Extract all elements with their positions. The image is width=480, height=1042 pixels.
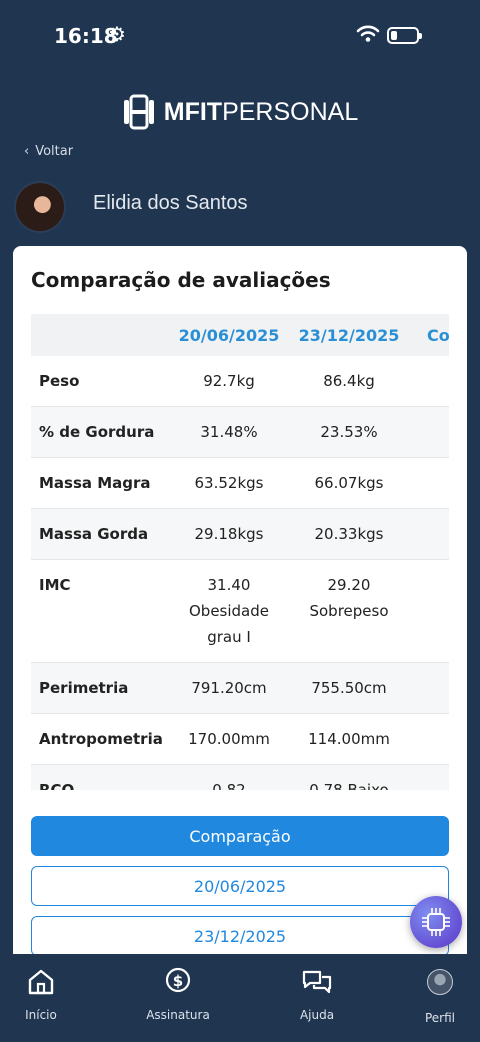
row-value-date-1: 92.7kg — [203, 372, 255, 390]
row-comparison: −7 — [409, 407, 449, 458]
comparison-card: Comparação de avaliações 20/06/2025 23/1… — [13, 246, 467, 966]
battery-icon — [387, 27, 422, 44]
header-date-2: 23/12/2025 — [298, 325, 400, 345]
date-1-button[interactable]: 20/06/2025 — [31, 866, 449, 906]
row-value-date-2: 0.78 Baixo — [309, 781, 389, 790]
table-row: Perimetria 791.20cm 755.50cm −3 — [31, 662, 449, 714]
row-comparison: − — [409, 765, 449, 791]
back-link[interactable]: ‹ Voltar — [24, 144, 73, 159]
settings-gear-icon: ⚙ — [108, 22, 126, 46]
nav-item-ajuda[interactable]: Ajuda — [272, 966, 362, 1022]
nav-label-ajuda: Ajuda — [299, 1008, 335, 1022]
nav-label-inicio: Início — [25, 1008, 57, 1022]
dumbbell-logo-icon — [123, 94, 154, 130]
row-label: Peso — [39, 372, 80, 390]
nav-label-perfil: Perfil — [424, 1011, 456, 1025]
row-value-date-1: 31.48% — [200, 423, 258, 441]
nav-label-assinatura: Assinatura — [146, 1008, 210, 1022]
row-comparison: −3 — [409, 663, 449, 714]
nav-item-perfil[interactable]: Perfil — [395, 966, 480, 1025]
status-bar: 16:18 ⚙ — [0, 0, 480, 70]
row-comparison: −6 — [409, 356, 449, 407]
brand-logo: MFITPERSONAL — [0, 92, 480, 132]
compare-button[interactable]: Comparação — [31, 816, 449, 856]
row-value-date-1: 0.82 Moderado — [212, 781, 246, 790]
card-title: Comparação de avaliações — [31, 268, 331, 292]
row-value-date-1: 63.52kgs — [194, 474, 264, 492]
row-value-date-2: 755.50cm — [311, 679, 387, 697]
nav-item-assinatura[interactable]: $ Assinatura — [133, 966, 223, 1022]
logo-bold-text: MFIT — [163, 97, 223, 126]
row-value-date-2: 86.4kg — [323, 372, 375, 390]
table-row: RCQ 0.82 Moderado 0.78 Baixo − — [31, 764, 449, 791]
row-value-date-2: 66.07kgs — [314, 474, 384, 492]
comparison-table-scroll[interactable]: 20/06/2025 23/12/2025 Comp Peso 92.7kg 86.… — [31, 314, 449, 790]
row-comparison: −5 — [409, 714, 449, 765]
bottom-navigation: Início $ Assinatura Ajuda Perfil — [0, 954, 480, 1042]
header-comparison: Comp — [427, 325, 449, 345]
row-value-date-2: 29.20 Sobrepeso — [309, 576, 389, 620]
row-comparison: +2. — [409, 458, 449, 509]
table-row: Peso 92.7kg 86.4kg −6 — [31, 356, 449, 407]
circuit-brain-icon — [422, 908, 450, 936]
row-value-date-2: 20.33kgs — [314, 525, 384, 543]
dollar-circle-icon: $ — [165, 967, 191, 993]
table-row: Massa Gorda 29.18kgs 20.33kgs −8. — [31, 508, 449, 560]
row-label: RCQ — [39, 781, 75, 790]
wifi-icon — [356, 25, 380, 42]
row-value-date-1: 31.40 Obesidade grau I — [188, 576, 269, 646]
logo-light-text: PERSONAL — [222, 97, 359, 126]
row-value-date-1: 170.00mm — [188, 730, 270, 748]
chat-bubbles-icon — [302, 970, 332, 994]
row-comparison: −8. — [409, 509, 449, 560]
row-comparison: - — [409, 560, 449, 663]
nav-item-inicio[interactable]: Início — [0, 966, 86, 1022]
table-header-row: 20/06/2025 23/12/2025 Comp — [31, 314, 449, 356]
assistant-fab[interactable] — [410, 896, 462, 948]
table-row: % de Gordura 31.48% 23.53% −7 — [31, 406, 449, 458]
row-label: % de Gordura — [39, 423, 155, 441]
chevron-left-icon: ‹ — [24, 144, 30, 159]
home-icon — [28, 969, 54, 995]
row-value-date-2: 23.53% — [320, 423, 378, 441]
row-label: Massa Gorda — [39, 525, 149, 543]
back-label: Voltar — [35, 144, 74, 159]
table-row: Massa Magra 63.52kgs 66.07kgs +2. — [31, 458, 449, 509]
row-label: Antropometria — [39, 730, 163, 748]
row-label: Massa Magra — [39, 474, 151, 492]
svg-text:$: $ — [173, 972, 183, 990]
user-avatar — [14, 181, 66, 233]
header-empty — [31, 314, 169, 356]
header-date-1: 20/06/2025 — [178, 325, 280, 345]
row-value-date-1: 29.18kgs — [194, 525, 264, 543]
row-value-date-2: 114.00mm — [308, 730, 390, 748]
table-row: IMC 31.40 Obesidade grau I 29.20 Sobrepeso… — [31, 560, 449, 663]
row-value-date-1: 791.20cm — [191, 679, 267, 697]
row-label: IMC — [39, 576, 71, 594]
table-row: Antropometria 170.00mm 114.00mm −5 — [31, 714, 449, 765]
date-2-button[interactable]: 23/12/2025 — [31, 916, 449, 956]
user-name: Elidia dos Santos — [93, 192, 248, 214]
row-label: Perimetria — [39, 679, 129, 697]
comparison-table: 20/06/2025 23/12/2025 Comp Peso 92.7kg 86.… — [31, 314, 449, 790]
profile-avatar-icon — [427, 969, 453, 995]
